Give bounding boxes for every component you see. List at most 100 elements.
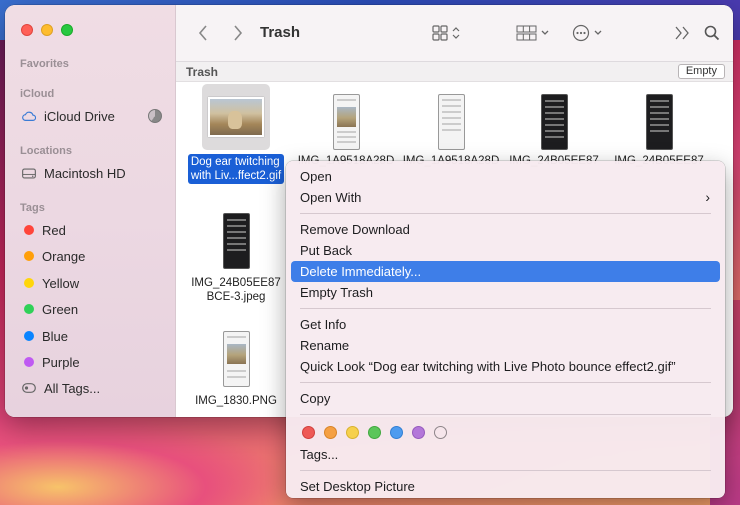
group-by-button[interactable] <box>516 22 552 44</box>
file-name-label: IMG_1830.PNG <box>195 395 277 407</box>
dog-photo-thumbnail <box>208 97 264 137</box>
file-item-img-24b0-b[interactable]: IMG_24B05EE87 <box>604 82 714 168</box>
red-tag-icon <box>24 225 34 235</box>
file-name-line2: BCE-3.jpeg <box>206 291 266 303</box>
file-name-label: IMG_24B05EE87 BCE-3.jpeg <box>181 276 291 304</box>
sidebar-item-label: Yellow <box>42 275 80 291</box>
icon-grid-view-icon <box>432 25 460 41</box>
more-toolbar-button[interactable] <box>674 22 690 44</box>
back-button[interactable] <box>198 22 208 44</box>
action-menu-button[interactable] <box>572 22 606 44</box>
view-mode-button[interactable] <box>432 22 462 44</box>
sidebar-header-locations: Locations <box>20 145 72 157</box>
menu-item-open-with[interactable]: Open With › <box>291 187 720 208</box>
close-window-button[interactable] <box>21 24 33 36</box>
menu-item-set-desktop-picture[interactable]: Set Desktop Picture <box>291 476 720 497</box>
trash-header-bar: Trash Empty <box>176 62 733 82</box>
file-item-img-1a95-b[interactable]: IMG_1A9518A28D <box>396 82 506 168</box>
file-name-label: Dog ear twitching with Liv...ffect2.gif <box>187 154 285 184</box>
chevron-left-icon <box>198 25 207 41</box>
sidebar-item-label: Blue <box>42 328 69 344</box>
file-item-img-1a95-a[interactable]: IMG_1A9518A28D <box>291 82 401 168</box>
sidebar-item-label: Macintosh HD <box>44 165 126 181</box>
sidebar-tag-purple[interactable]: Purple <box>22 351 170 373</box>
blue-tag-icon <box>24 331 34 341</box>
menu-item-empty-trash[interactable]: Empty Trash <box>291 282 720 303</box>
minimize-window-button[interactable] <box>41 24 53 36</box>
file-thumbnail <box>222 213 250 269</box>
empty-trash-button[interactable]: Empty <box>677 64 725 79</box>
tag-green-button[interactable] <box>368 426 381 439</box>
menu-item-copy[interactable]: Copy <box>291 388 720 409</box>
sidebar-item-icloud-drive[interactable]: iCloud Drive <box>22 105 170 127</box>
ellipsis-circle-icon <box>572 24 602 42</box>
search-icon <box>704 25 720 41</box>
menu-item-delete-immediately[interactable]: Delete Immediately... <box>291 261 720 282</box>
file-thumbnail <box>202 84 270 150</box>
sidebar-item-label: Purple <box>42 354 80 370</box>
menu-item-label: Open With <box>300 190 362 205</box>
zoom-window-button[interactable] <box>61 24 73 36</box>
tag-red-button[interactable] <box>302 426 315 439</box>
chevron-right-icon: › <box>705 189 710 205</box>
menu-item-quick-look[interactable]: Quick Look “Dog ear twitching with Live … <box>291 356 720 377</box>
menu-separator <box>300 308 711 309</box>
sidebar-all-tags[interactable]: All Tags... <box>22 377 170 399</box>
icloud-progress-icon <box>148 109 162 123</box>
wallpaper-blob <box>0 415 290 505</box>
menu-item-open[interactable]: Open <box>291 166 720 187</box>
file-item-img-24b0-bce3[interactable]: IMG_24B05EE87 BCE-3.jpeg <box>181 207 291 304</box>
sidebar-item-label: Green <box>42 301 79 317</box>
sidebar: Favorites iCloud iCloud Drive Locations … <box>5 5 176 417</box>
search-button[interactable] <box>704 22 720 44</box>
file-thumbnail <box>332 94 360 150</box>
file-thumbnail <box>222 331 250 387</box>
sidebar-tag-blue[interactable]: Blue <box>22 325 170 347</box>
group-by-icon <box>516 25 549 41</box>
file-thumbnail <box>645 94 673 150</box>
tag-purple-button[interactable] <box>412 426 425 439</box>
sidebar-tag-red[interactable]: Red <box>22 219 170 241</box>
file-item-img-24b0-a[interactable]: IMG_24B05EE87 <box>499 82 609 168</box>
menu-separator <box>300 213 711 214</box>
context-menu: Open Open With › Remove Download Put Bac… <box>286 161 725 498</box>
sidebar-header-tags: Tags <box>20 202 45 214</box>
sidebar-header-favorites: Favorites <box>20 58 69 70</box>
sidebar-tag-yellow[interactable]: Yellow <box>22 272 170 294</box>
tag-orange-button[interactable] <box>324 426 337 439</box>
orange-tag-icon <box>24 251 34 261</box>
green-tag-icon <box>24 304 34 314</box>
sidebar-item-macintosh-hd[interactable]: Macintosh HD <box>22 162 170 184</box>
window-controls <box>21 24 73 36</box>
menu-item-remove-download[interactable]: Remove Download <box>291 219 720 240</box>
sidebar-item-label: Orange <box>42 248 86 264</box>
window-title: Trash <box>260 24 301 41</box>
toolbar: Trash <box>176 5 733 62</box>
menu-item-put-back[interactable]: Put Back <box>291 240 720 261</box>
forward-button[interactable] <box>233 22 243 44</box>
menu-item-get-info[interactable]: Get Info <box>291 314 720 335</box>
menu-separator <box>300 382 711 383</box>
double-chevron-right-icon <box>675 26 689 40</box>
sidebar-header-icloud: iCloud <box>20 88 55 100</box>
file-thumbnail <box>437 94 465 150</box>
menu-item-tags[interactable]: Tags... <box>291 444 720 465</box>
menu-tag-colors <box>291 420 720 444</box>
yellow-tag-icon <box>24 278 34 288</box>
file-thumbnail <box>540 94 568 150</box>
purple-tag-icon <box>24 357 34 367</box>
menu-item-rename[interactable]: Rename <box>291 335 720 356</box>
file-name-line1: Dog ear twitching <box>190 156 280 168</box>
sidebar-tag-green[interactable]: Green <box>22 298 170 320</box>
sidebar-item-label: iCloud Drive <box>44 108 115 124</box>
trash-header-title: Trash <box>186 65 219 79</box>
sidebar-tag-orange[interactable]: Orange <box>22 245 170 267</box>
menu-separator <box>300 470 711 471</box>
sidebar-item-label: All Tags... <box>44 380 101 396</box>
file-item-dog-gif[interactable]: Dog ear twitching with Liv...ffect2.gif <box>181 82 291 184</box>
tag-yellow-button[interactable] <box>346 426 359 439</box>
tag-none-button[interactable] <box>434 426 447 439</box>
tag-blue-button[interactable] <box>390 426 403 439</box>
file-item-img-1830[interactable]: IMG_1830.PNG <box>181 327 291 408</box>
sidebar-item-label: Red <box>42 222 66 238</box>
